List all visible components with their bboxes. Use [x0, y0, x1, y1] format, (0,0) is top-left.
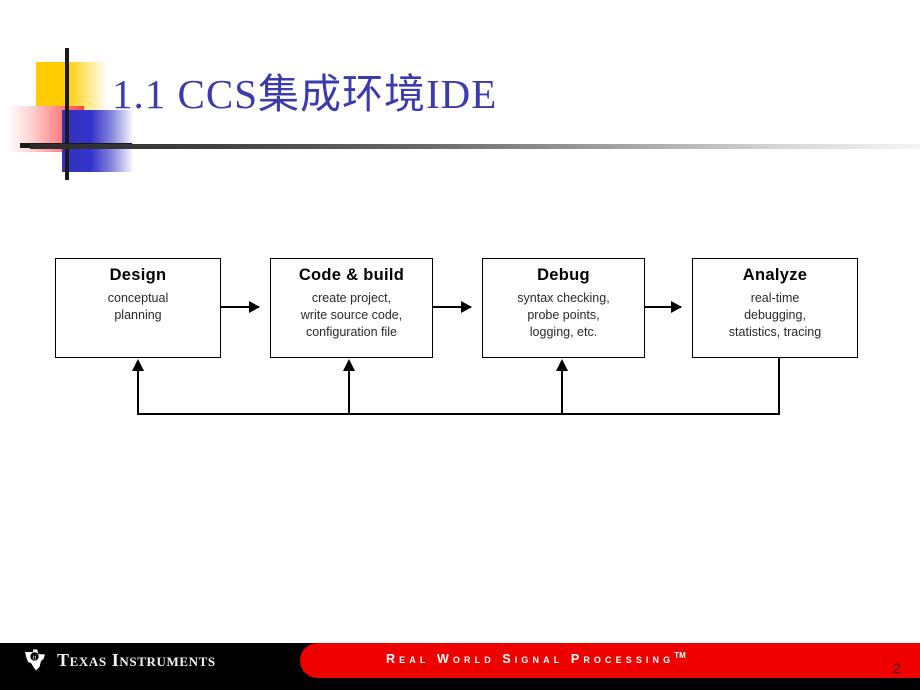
flow-box-body: create project, write source code, confi… [271, 290, 432, 342]
flow-box-line: debugging, [744, 308, 806, 323]
footer-tagline: Real World Signal ProcessingTM [386, 651, 686, 666]
texas-state-icon: ti [25, 649, 45, 671]
flow-box-line: create project, [311, 290, 392, 305]
trademark-symbol: TM [674, 651, 686, 660]
feedback-arrow-to-code [343, 359, 355, 415]
feedback-arrow-to-design [132, 359, 144, 415]
flow-box-line: planning [114, 308, 162, 323]
flow-box-line: configuration file [305, 325, 398, 340]
workflow-diagram: Design conceptual planning Code & build … [0, 0, 920, 690]
flow-box-body: conceptual planning [56, 290, 220, 325]
arrow-debug-to-analyze [645, 301, 682, 313]
page-number: 2 [893, 660, 901, 676]
feedback-bus-line [137, 413, 779, 415]
flow-box-line: conceptual [107, 290, 169, 305]
flow-box-title: Analyze [742, 266, 808, 284]
flow-box-line: syntax checking, [517, 290, 610, 305]
flow-box-line: logging, etc. [529, 325, 598, 340]
flow-box-line: real-time [750, 290, 800, 305]
flow-box-line: write source code, [300, 308, 403, 323]
flow-box-body: real-time debugging, statistics, tracing [693, 290, 857, 342]
flow-box-debug: Debug syntax checking, probe points, log… [482, 258, 645, 358]
flow-box-title: Design [109, 266, 167, 284]
flow-box-title: Code & build [298, 266, 405, 284]
footer-bar: ti Texas Instruments Real World Signal P… [0, 643, 920, 690]
footer-tagline-text: Real World Signal Processing [386, 652, 675, 667]
flow-box-code-build: Code & build create project, write sourc… [270, 258, 433, 358]
flow-box-line: statistics, tracing [728, 325, 822, 340]
feedback-line-from-analyze [778, 358, 780, 415]
flow-box-analyze: Analyze real-time debugging, statistics,… [692, 258, 858, 358]
ti-brand-name: Texas Instruments [57, 649, 216, 670]
flow-box-title: Debug [537, 266, 590, 284]
arrow-code-to-debug [433, 301, 472, 313]
flow-box-body: syntax checking, probe points, logging, … [483, 290, 644, 342]
slide-canvas: 1.1 CCS集成环境IDE Design conceptual plannin… [0, 0, 920, 690]
flow-box-design: Design conceptual planning [55, 258, 221, 358]
feedback-arrow-to-debug [556, 359, 568, 415]
arrow-design-to-code [221, 301, 260, 313]
ti-logo: ti Texas Instruments [22, 649, 216, 671]
flow-box-line: probe points, [527, 308, 600, 323]
svg-text:ti: ti [33, 654, 37, 662]
